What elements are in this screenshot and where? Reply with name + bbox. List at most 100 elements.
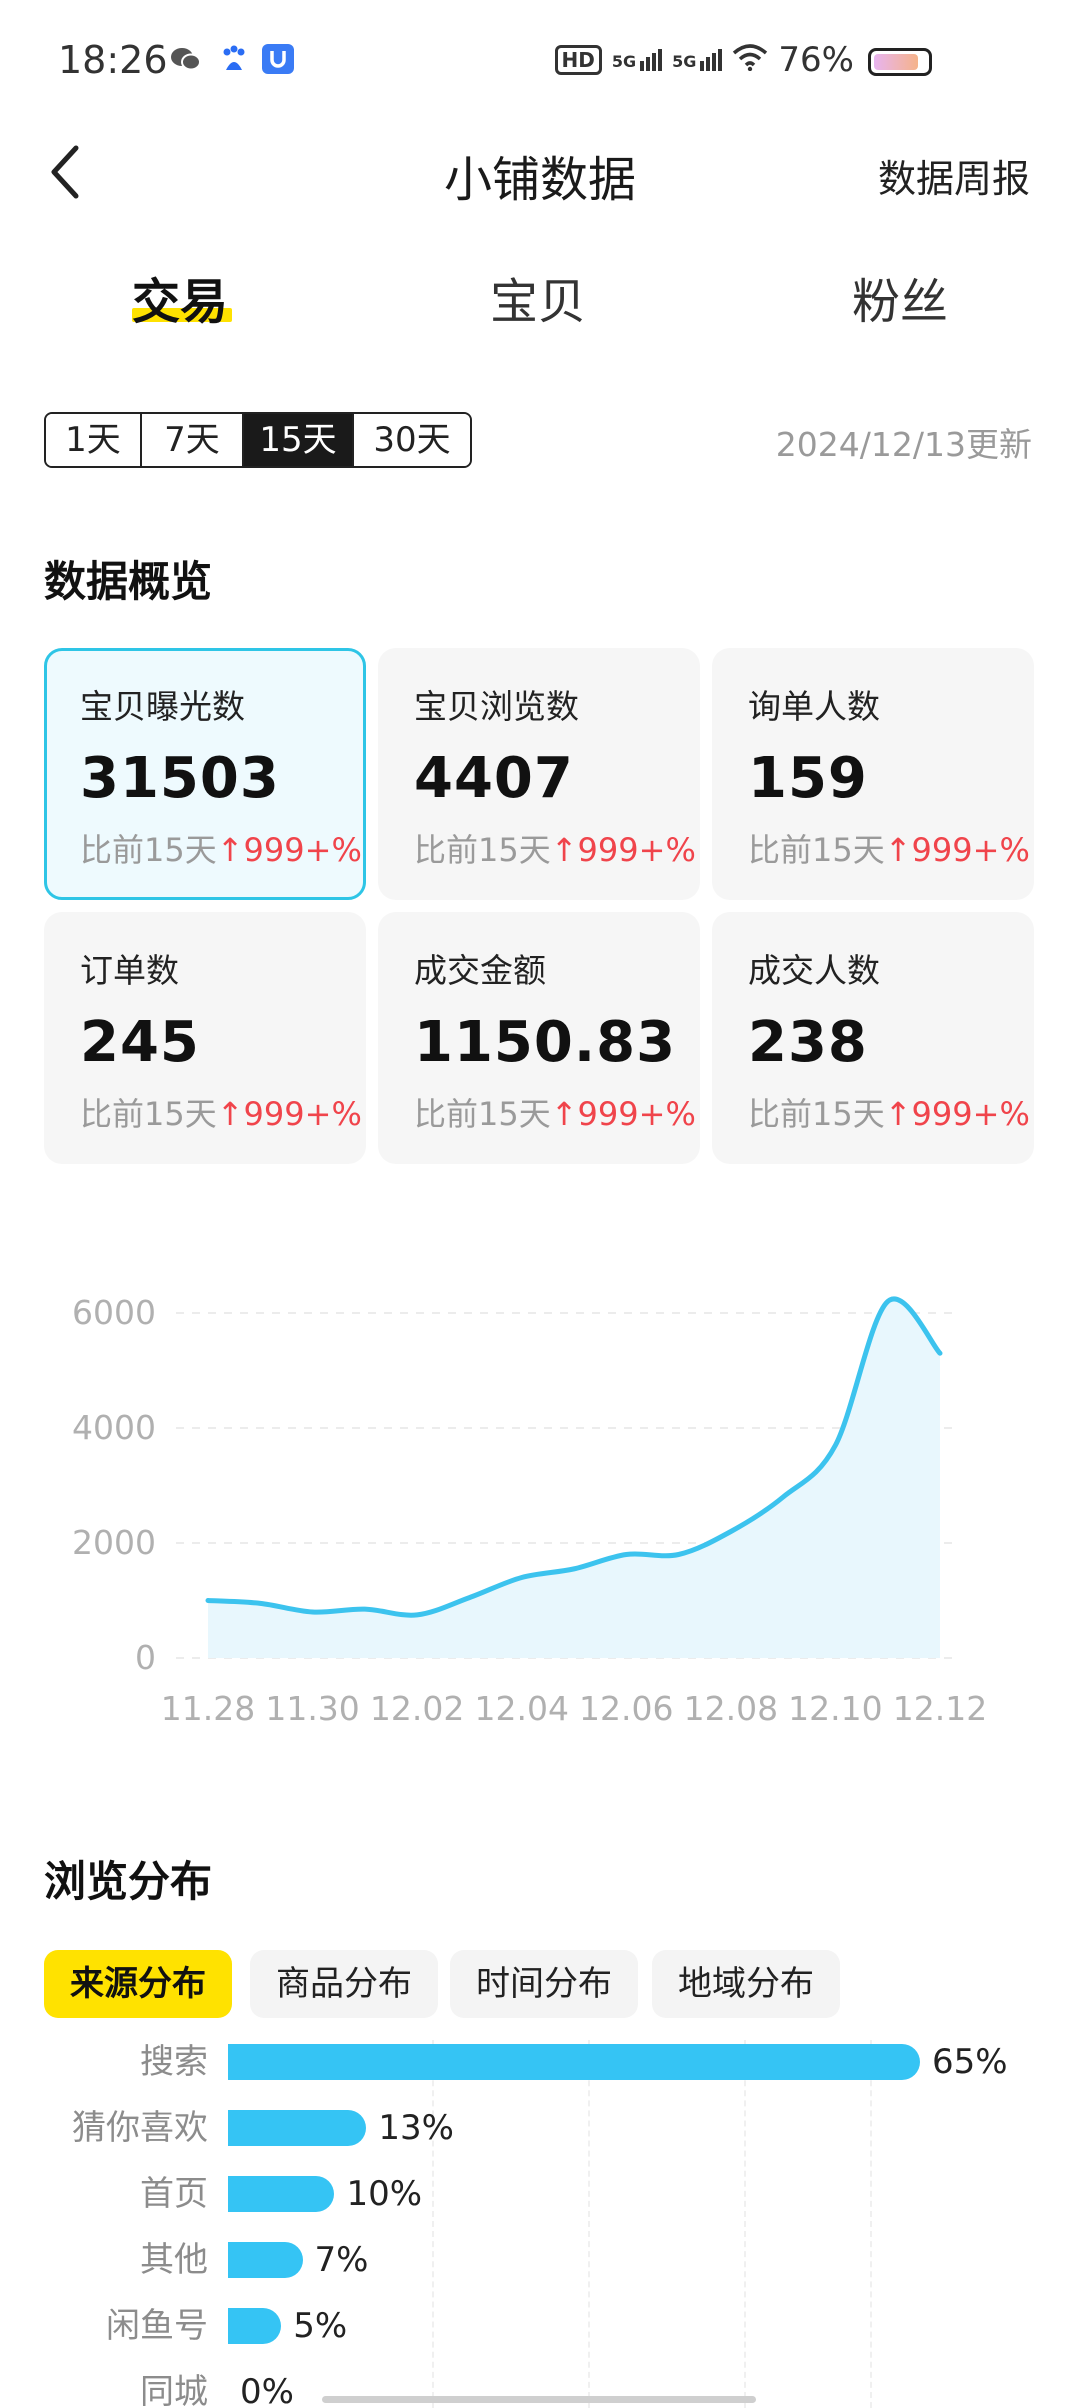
battery-icon <box>868 48 932 76</box>
metric-value: 245 <box>80 1010 200 1075</box>
metric-card-orders[interactable]: 订单数 245 比前15天↑999+% <box>44 912 366 1164</box>
bar-category-label: 搜索 <box>140 2042 208 2082</box>
date-range-selector: 1天 7天 15天 30天 <box>44 412 472 468</box>
delta-badge: ↑999+% <box>550 831 696 869</box>
metric-label: 成交金额 <box>414 951 546 990</box>
bar-value-label: 13% <box>378 2108 454 2148</box>
battery-fill <box>874 54 919 70</box>
compare-text: 比前15天 <box>748 831 885 869</box>
series-area <box>208 1298 940 1658</box>
x-tick-label: 12.04 <box>474 1689 568 1728</box>
delta-badge: ↑999+% <box>884 1095 1030 1133</box>
metric-label: 宝贝曝光数 <box>80 687 245 726</box>
delta-badge: ↑999+% <box>216 1095 362 1133</box>
bar-row: 其他 7% <box>0 2238 1080 2282</box>
source-bar-chart: 搜索 65% 猜你喜欢 13% 首页 10% 其他 7% 闲鱼号 5% 同城 0% <box>0 2040 1080 2408</box>
status-time: 18:26 <box>58 38 168 82</box>
metric-card-exposure[interactable]: 宝贝曝光数 31503 比前15天↑999+% <box>44 648 366 900</box>
y-tick-label: 4000 <box>72 1408 156 1447</box>
y-tick-label: 0 <box>135 1638 156 1677</box>
tab-fans[interactable]: 粉丝 <box>852 262 948 332</box>
tab-trade[interactable]: 交易 <box>132 262 228 332</box>
x-tick-label: 12.12 <box>893 1689 987 1728</box>
metric-card-buyers[interactable]: 成交人数 238 比前15天↑999+% <box>712 912 1034 1164</box>
metric-label: 订单数 <box>80 951 179 990</box>
metric-label: 询单人数 <box>748 687 880 726</box>
bar-row: 猜你喜欢 13% <box>0 2106 1080 2150</box>
metric-value: 31503 <box>80 746 280 811</box>
tab-product-distribution[interactable]: 商品分布 <box>250 1950 438 2018</box>
tab-item[interactable]: 宝贝 <box>490 262 586 332</box>
compare-text: 比前15天 <box>80 831 217 869</box>
y-tick-label: 2000 <box>72 1523 156 1562</box>
bar-value-label: 5% <box>293 2306 348 2346</box>
metric-card-gmv[interactable]: 成交金额 1150.83 比前15天↑999+% <box>378 912 700 1164</box>
bar <box>228 2242 303 2278</box>
metric-card-views[interactable]: 宝贝浏览数 4407 比前15天↑999+% <box>378 648 700 900</box>
metric-value: 1150.83 <box>414 1010 677 1075</box>
bar-category-label: 首页 <box>140 2174 208 2214</box>
metric-compare: 比前15天↑999+% <box>80 825 363 871</box>
metric-compare: 比前15天↑999+% <box>748 825 1034 871</box>
update-timestamp: 2024/12/13更新 <box>775 425 1032 464</box>
signal-label: 5G <box>672 52 697 71</box>
bar <box>228 2044 920 2080</box>
signal-label: 5G <box>611 52 637 71</box>
compare-text: 比前15天 <box>748 1095 885 1133</box>
tab-source-distribution[interactable]: 来源分布 <box>44 1950 232 2018</box>
battery-percent: 76% <box>778 40 854 80</box>
signal-icon: 5G <box>672 49 723 71</box>
shield-app-icon <box>262 44 294 74</box>
delta-badge: ↑999+% <box>216 831 362 869</box>
bar-category-label: 闲鱼号 <box>106 2306 208 2346</box>
metric-compare: 比前15天↑999+% <box>414 1089 700 1135</box>
weekly-report-link[interactable]: 数据周报 <box>878 148 1030 203</box>
signal-icon: 5G <box>611 49 663 71</box>
tab-region-distribution[interactable]: 地域分布 <box>652 1950 840 2018</box>
range-30-day-button[interactable]: 30天 <box>354 414 470 466</box>
compare-text: 比前15天 <box>414 831 551 869</box>
baidu-icon <box>218 44 250 74</box>
delta-badge: ↑999+% <box>550 1095 696 1133</box>
metric-card-inquiries[interactable]: 询单人数 159 比前15天↑999+% <box>712 648 1034 900</box>
metric-compare: 比前15天↑999+% <box>748 1089 1034 1135</box>
x-tick-label: 12.10 <box>788 1689 882 1728</box>
compare-text: 比前15天 <box>80 1095 217 1133</box>
bar-category-label: 其他 <box>140 2240 208 2280</box>
wechat-icon <box>170 44 202 74</box>
range-7-day-button[interactable]: 7天 <box>142 414 244 466</box>
range-1-day-button[interactable]: 1天 <box>46 414 142 466</box>
metric-label: 宝贝浏览数 <box>414 687 579 726</box>
bar-row: 闲鱼号 5% <box>0 2304 1080 2348</box>
trend-chart: 0 2000 4000 6000 11.28 11.30 12.02 12.04 12.06 12… <box>72 1293 987 1728</box>
x-tick-label: 12.06 <box>579 1689 673 1728</box>
x-tick-label: 12.08 <box>684 1689 778 1728</box>
metric-value: 4407 <box>414 746 574 811</box>
bar-value-label: 0% <box>240 2372 294 2408</box>
bar-value-label: 65% <box>932 2042 1008 2082</box>
compare-text: 比前15天 <box>414 1095 551 1133</box>
metric-label: 成交人数 <box>748 951 880 990</box>
y-tick-label: 6000 <box>72 1293 156 1332</box>
x-tick-label: 11.30 <box>265 1689 359 1728</box>
metric-compare: 比前15天↑999+% <box>80 1089 366 1135</box>
overview-heading: 数据概览 <box>44 557 213 606</box>
bar-row: 搜索 65% <box>0 2040 1080 2084</box>
x-tick-label: 12.02 <box>370 1689 464 1728</box>
bar <box>228 2110 367 2146</box>
range-15-day-button[interactable]: 15天 <box>244 414 354 466</box>
scroll-indicator <box>322 2396 756 2403</box>
bar-value-label: 10% <box>346 2174 423 2214</box>
metric-value: 238 <box>748 1010 868 1075</box>
bar-category-label: 同城 <box>140 2372 208 2408</box>
tab-time-distribution[interactable]: 时间分布 <box>450 1950 638 2018</box>
bar <box>228 2308 282 2344</box>
hd-badge: HD <box>554 45 602 75</box>
bar-row: 首页 10% <box>0 2172 1080 2216</box>
wifi-icon <box>732 40 768 80</box>
metric-compare: 比前15天↑999+% <box>414 825 700 871</box>
x-tick-label: 11.28 <box>161 1689 255 1728</box>
bar-value-label: 7% <box>314 2240 369 2280</box>
bar-category-label: 猜你喜欢 <box>72 2108 208 2148</box>
browse-distribution-heading: 浏览分布 <box>44 1857 213 1906</box>
